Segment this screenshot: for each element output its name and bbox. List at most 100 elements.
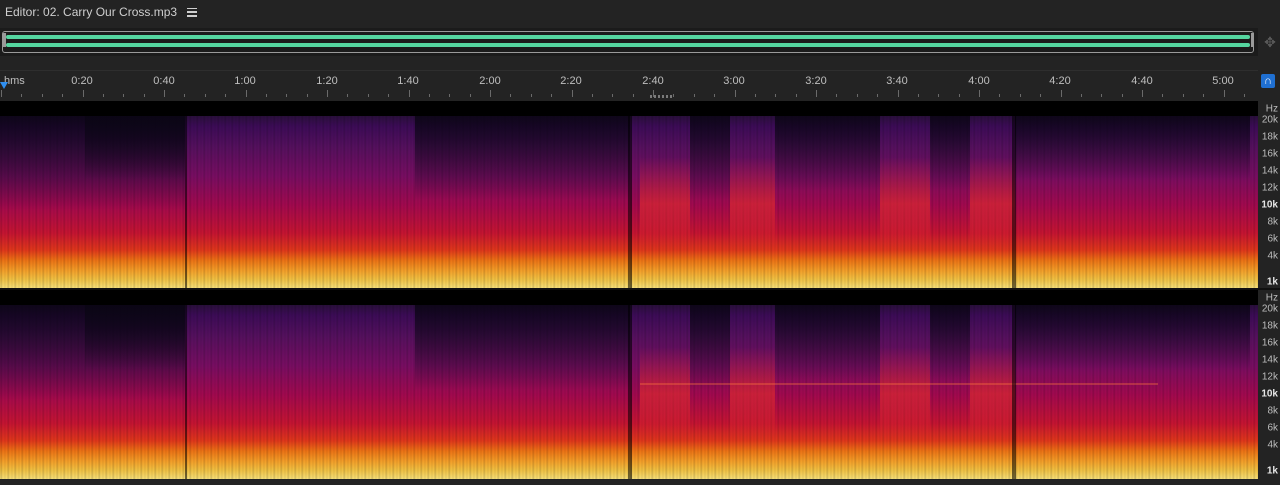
ruler-label: 0:20 — [71, 75, 93, 87]
spectrogram-bright-region — [640, 346, 690, 442]
ruler-tick — [1101, 94, 1102, 97]
ruler-tick — [449, 94, 450, 97]
ruler-tick — [388, 94, 389, 97]
ruler-tick — [1020, 94, 1021, 97]
snap-magnet-icon[interactable]: ∩ — [1261, 74, 1275, 88]
ruler-tick — [531, 94, 532, 97]
ruler-tick — [62, 94, 63, 97]
ruler-label: 2:20 — [560, 75, 582, 87]
overview-right-handle[interactable] — [1251, 33, 1254, 47]
hz-label: 18k — [1261, 131, 1278, 143]
ruler-tick — [877, 94, 878, 97]
hz-label: 16k — [1261, 148, 1278, 160]
ruler-tick — [694, 94, 695, 97]
ruler-tick — [266, 94, 267, 97]
ruler-tick — [612, 94, 613, 97]
hz-unit-label: Hz — [1265, 103, 1278, 115]
ruler-tick — [735, 90, 736, 97]
overview-left-handle[interactable] — [3, 33, 6, 47]
ruler-tick — [184, 94, 185, 97]
spectral-display-left-channel[interactable] — [0, 101, 1258, 288]
spectrogram-dark-region — [690, 305, 730, 391]
hz-label: 8k — [1267, 216, 1278, 228]
frequency-scale-right[interactable]: Hz 20k 18k 16k 14k 12k 10k 8k 6k 4k 1k — [1258, 290, 1280, 479]
ruler-tick — [490, 90, 491, 97]
ruler-tick — [796, 94, 797, 97]
ruler-label: 4:40 — [1131, 75, 1153, 87]
spectrogram-bright-region — [640, 157, 690, 251]
playhead-marker[interactable] — [0, 82, 8, 89]
hamburger-menu-icon[interactable] — [187, 7, 198, 17]
hz-label: 1k — [1266, 465, 1278, 477]
ruler-tick — [327, 90, 328, 97]
hz-label: 14k — [1261, 354, 1278, 366]
ruler-tick — [775, 94, 776, 97]
spectrogram-dark-region — [1015, 305, 1250, 372]
frequency-scale-left[interactable]: Hz 20k 18k 16k 14k 12k 10k 8k 6k 4k 1k — [1258, 101, 1280, 288]
ruler-label: 1:00 — [234, 75, 256, 87]
timeline-ruler[interactable]: hms 0:20 0:40 1:00 1:20 1:40 2:00 2:20 2… — [0, 70, 1258, 97]
hz-label: 4k — [1267, 250, 1278, 262]
ruler-tick — [1061, 90, 1062, 97]
spectrogram-harmonic-band — [640, 383, 1158, 385]
ruler-tick — [1224, 90, 1225, 97]
ruler-tick — [592, 94, 593, 97]
editor-title-bar: Editor: 02. Carry Our Cross.mp3 — [0, 0, 1280, 24]
spectrogram-bright-region — [730, 346, 775, 442]
hz-label: 1k — [1266, 276, 1278, 288]
spectrogram-transient — [185, 116, 187, 288]
ruler-tick — [755, 94, 756, 97]
spectrogram-dark-region — [85, 305, 185, 372]
ruler-label: 3:00 — [723, 75, 745, 87]
ruler-tick — [959, 94, 960, 97]
vertical-resize-grip[interactable] — [650, 95, 672, 98]
ruler-tick — [1081, 94, 1082, 97]
ruler-label: 3:40 — [886, 75, 908, 87]
ruler-tick — [123, 94, 124, 97]
hz-label: 10k — [1261, 388, 1278, 400]
ruler-tick — [103, 94, 104, 97]
hz-label: 14k — [1261, 165, 1278, 177]
ruler-tick — [307, 94, 308, 97]
hz-unit-label: Hz — [1265, 292, 1278, 304]
ruler-tick — [510, 94, 511, 97]
hz-label: 6k — [1267, 233, 1278, 245]
hz-label: 18k — [1261, 320, 1278, 332]
ruler-tick — [164, 90, 165, 97]
ruler-tick — [470, 94, 471, 97]
ruler-label: 3:20 — [805, 75, 827, 87]
ruler-label: 2:00 — [479, 75, 501, 87]
ruler-tick — [714, 94, 715, 97]
zoom-navigator-icon[interactable]: ✥ — [1263, 35, 1277, 49]
ruler-tick — [1162, 94, 1163, 97]
spectrogram-bright-region — [880, 157, 930, 251]
spectrogram-bright-region — [970, 346, 1015, 442]
ruler-tick — [83, 90, 84, 97]
spectrogram-dark-region — [690, 116, 730, 201]
ruler-tick — [857, 94, 858, 97]
ruler-tick — [368, 94, 369, 97]
ruler-tick — [225, 94, 226, 97]
spectrogram-bright-region — [970, 157, 1015, 251]
hz-label: 20k — [1261, 303, 1278, 315]
ruler-tick — [836, 94, 837, 97]
ruler-tick — [979, 90, 980, 97]
ruler-tick — [286, 94, 287, 97]
ruler-label: 2:40 — [642, 75, 664, 87]
ruler-tick — [1244, 94, 1245, 97]
hz-label: 8k — [1267, 405, 1278, 417]
spectral-display-right-channel[interactable] — [0, 290, 1258, 479]
overview-waveform-right — [6, 43, 1250, 47]
hz-label: 20k — [1261, 114, 1278, 126]
spectrogram-transient — [628, 305, 632, 479]
overview-waveform-left — [6, 35, 1250, 39]
ruler-label: 4:20 — [1049, 75, 1071, 87]
ruler-tick — [21, 94, 22, 97]
ruler-tick — [572, 90, 573, 97]
ruler-tick — [1, 90, 2, 97]
waveform-overview[interactable] — [0, 28, 1258, 56]
ruler-tick — [673, 94, 674, 97]
ruler-tick — [144, 94, 145, 97]
ruler-tick — [347, 94, 348, 97]
ruler-label: 1:20 — [316, 75, 338, 87]
